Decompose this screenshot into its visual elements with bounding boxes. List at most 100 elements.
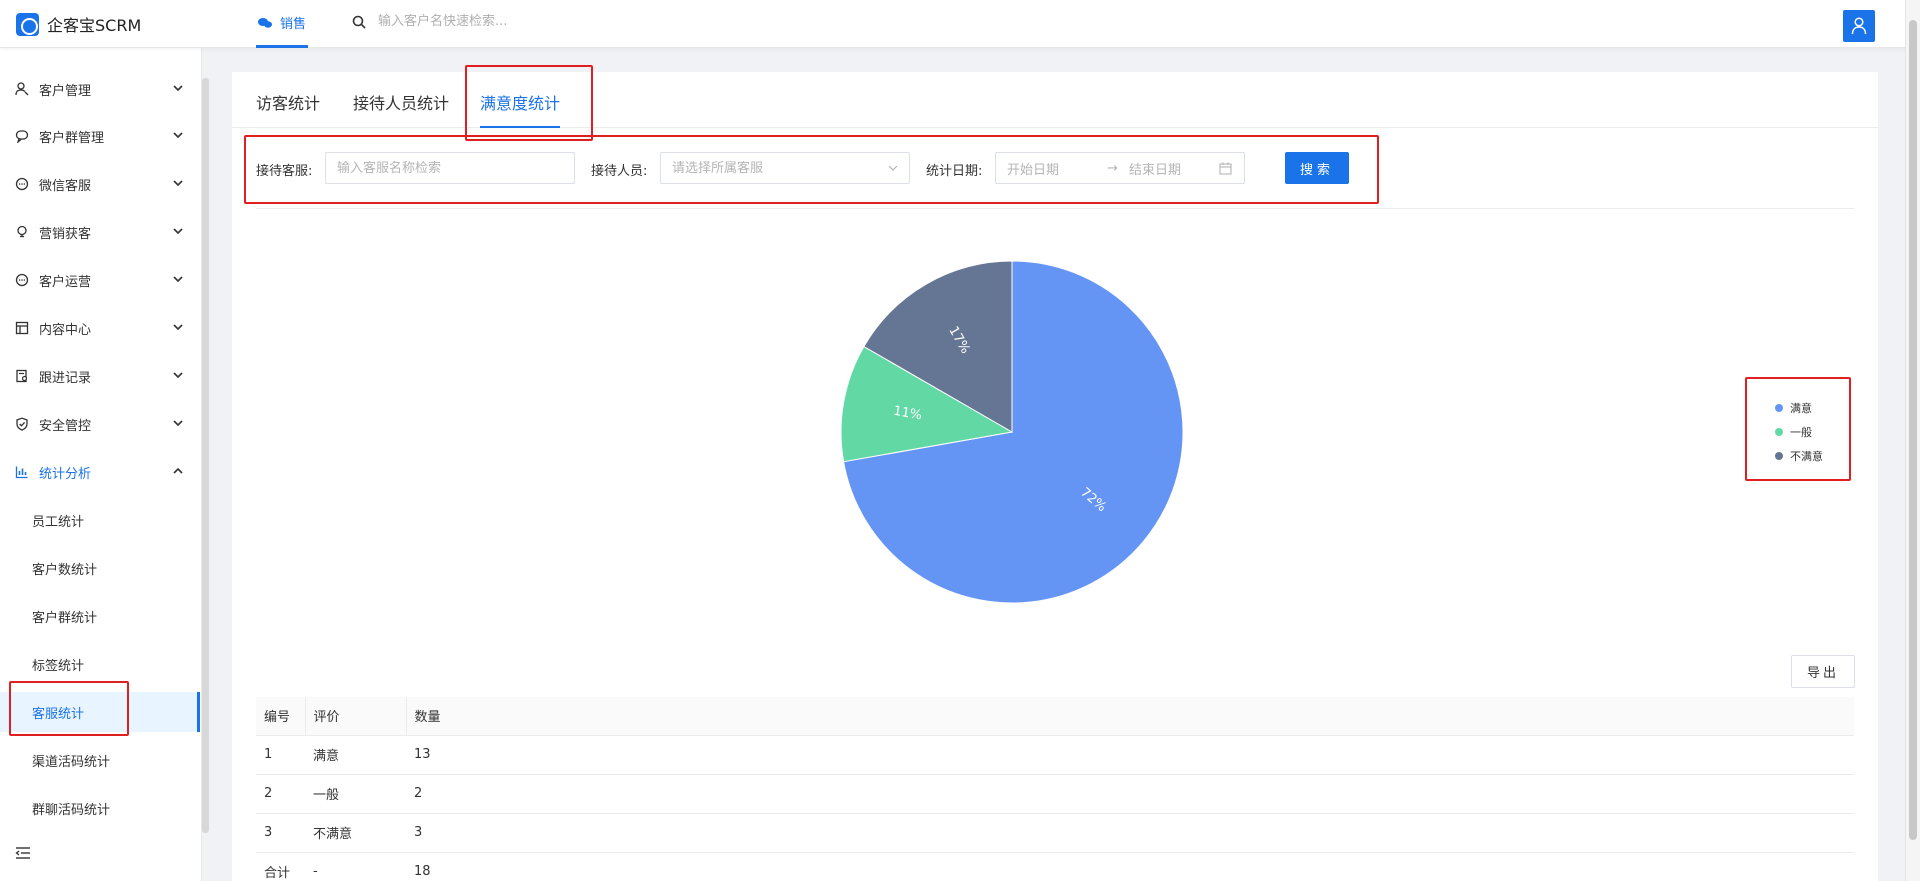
building-icon — [14, 320, 30, 336]
start-date-input[interactable]: 开始日期 — [1007, 159, 1107, 178]
sidebar-scrollbar[interactable] — [202, 78, 209, 833]
chevron-down-icon — [173, 420, 183, 427]
page-scroll-thumb[interactable] — [1909, 20, 1917, 840]
calendar-icon — [1219, 162, 1232, 175]
legend-item-neutral[interactable]: 一般 — [1775, 420, 1823, 444]
chevron-down-icon — [173, 132, 183, 139]
chevron-down-icon — [888, 165, 898, 171]
sidebar-item-customer-management[interactable]: 客户管理 — [0, 69, 200, 109]
staff-select-input[interactable] — [672, 160, 887, 176]
sidebar-item-customer-operations[interactable]: 客户运营 — [0, 260, 200, 300]
tab-sales-label: 销售 — [280, 17, 307, 32]
legend-item-satisfied[interactable]: 满意 — [1775, 396, 1823, 420]
sidebar-item-follow-up[interactable]: 跟进记录 — [0, 356, 200, 396]
sidebar-subitem-staff-stats[interactable]: 员工统计 — [0, 500, 200, 540]
shield-icon — [14, 416, 30, 432]
column-header-rating: 评价 — [304, 697, 406, 736]
sidebar-item-label: 内容中心 — [39, 322, 92, 338]
sidebar-item-statistics[interactable]: 统计分析 — [0, 452, 200, 492]
chevron-down-icon — [173, 228, 183, 235]
sidebar-subitem-tag-stats[interactable]: 标签统计 — [0, 644, 200, 684]
sidebar-item-security[interactable]: 安全管控 — [0, 404, 200, 444]
service-label: 接待客服: — [256, 164, 313, 179]
table-row: 1 满意 13 — [256, 735, 1854, 775]
top-header: 企客宝SCRM 销售 — [0, 0, 1920, 48]
table-row: 2 一般 2 — [256, 774, 1854, 814]
legend-label: 满意 — [1790, 402, 1812, 415]
legend-label: 不满意 — [1790, 450, 1823, 463]
table-row-total: 合计 - 18 — [256, 852, 1854, 881]
sidebar-item-content-center[interactable]: 内容中心 — [0, 308, 200, 348]
table-header-row: 编号 评价 数量 — [256, 697, 1854, 736]
sidebar-subitem-group-qr-stats[interactable]: 群聊活码统计 — [0, 788, 200, 828]
staff-select[interactable] — [660, 152, 910, 184]
search-icon — [352, 15, 366, 29]
table-cell: 2 — [406, 774, 1854, 814]
legend-dot-neutral — [1775, 428, 1783, 436]
table-cell: 18 — [406, 852, 1854, 881]
sidebar-item-label: 安全管控 — [39, 418, 92, 434]
user-avatar[interactable] — [1843, 10, 1875, 42]
sidebar-item-group-management[interactable]: 客户群管理 — [0, 116, 200, 156]
sidebar-subitem-service-stats[interactable]: 客服统计 — [0, 692, 200, 732]
customer-search-input[interactable] — [378, 14, 638, 29]
export-button[interactable]: 导出 — [1791, 655, 1855, 688]
table-cell: 3 — [406, 813, 1854, 853]
chevron-down-icon — [173, 180, 183, 187]
tab-sales[interactable]: 销售 — [256, 0, 309, 48]
wechat-icon — [258, 17, 272, 28]
chevron-up-icon — [173, 467, 183, 474]
tab-satisfaction-stats[interactable]: 满意度统计 — [480, 90, 561, 128]
table-cell: 2 — [256, 774, 305, 814]
date-range-picker[interactable]: 开始日期 → 结束日期 — [995, 152, 1245, 184]
sidebar-item-label: 微信客服 — [39, 178, 92, 194]
column-header-count: 数量 — [405, 697, 1854, 736]
chevron-down-icon — [173, 324, 183, 331]
app-title: 企客宝SCRM — [47, 16, 142, 35]
page-scrollbar[interactable] — [1905, 0, 1920, 881]
staff-label: 接待人员: — [591, 164, 648, 179]
document-icon — [14, 368, 30, 384]
app-logo[interactable]: 企客宝SCRM — [16, 12, 141, 36]
logo-icon — [16, 12, 39, 36]
table-row: 3 不满意 3 — [256, 813, 1854, 853]
sidebar-subitem-group-stats[interactable]: 客户群统计 — [0, 596, 200, 636]
column-header-id: 编号 — [256, 697, 305, 736]
sidebar-item-label: 统计分析 — [39, 466, 92, 482]
collapse-menu-icon[interactable] — [15, 846, 31, 860]
chevron-down-icon — [173, 85, 183, 92]
message-icon — [14, 176, 30, 192]
message-icon — [14, 272, 30, 288]
chevron-down-icon — [173, 276, 183, 283]
service-input-box — [325, 152, 575, 184]
table-cell: 13 — [406, 735, 1854, 775]
bulb-icon — [14, 224, 30, 240]
sidebar-subitem-channel-qr-stats[interactable]: 渠道活码统计 — [0, 740, 200, 780]
search-button[interactable]: 搜索 — [1285, 152, 1349, 184]
service-name-input[interactable] — [337, 160, 574, 176]
legend-item-dissatisfied[interactable]: 不满意 — [1775, 444, 1823, 468]
divider — [256, 208, 1854, 209]
sidebar-item-marketing[interactable]: 营销获客 — [0, 212, 200, 252]
range-arrow-icon: → — [1107, 160, 1118, 176]
sidebar-item-wechat-service[interactable]: 微信客服 — [0, 164, 200, 204]
filter-bar: 接待客服: 接待人员: 统计日期: 开始日期 → 结束日期 搜索 — [256, 152, 1356, 184]
sidebar-item-label: 客户运营 — [39, 274, 92, 290]
table-cell: 一般 — [305, 774, 406, 814]
tab-receptionist-stats[interactable]: 接待人员统计 — [353, 90, 449, 128]
date-label: 统计日期: — [926, 164, 983, 179]
user-icon — [14, 81, 30, 97]
user-icon — [1851, 17, 1867, 35]
legend-dot-satisfied — [1775, 404, 1783, 412]
end-date-input[interactable]: 结束日期 — [1129, 159, 1219, 178]
sidebar-item-label: 客户群管理 — [39, 130, 105, 146]
sidebar-subitem-customer-count-stats[interactable]: 客户数统计 — [0, 548, 200, 588]
tab-visitor-stats[interactable]: 访客统计 — [256, 90, 320, 128]
bar-chart-icon — [14, 464, 30, 480]
sidebar-item-label: 客户管理 — [39, 83, 92, 99]
table-cell: 合计 — [256, 852, 305, 881]
customer-search — [352, 14, 638, 29]
table-cell: 满意 — [305, 735, 406, 775]
chat-icon — [14, 128, 30, 144]
sidebar: 客户管理 客户群管理 微信客服 营销获客 客户运营 内容中心 跟进记录 安全管控 — [0, 48, 202, 881]
